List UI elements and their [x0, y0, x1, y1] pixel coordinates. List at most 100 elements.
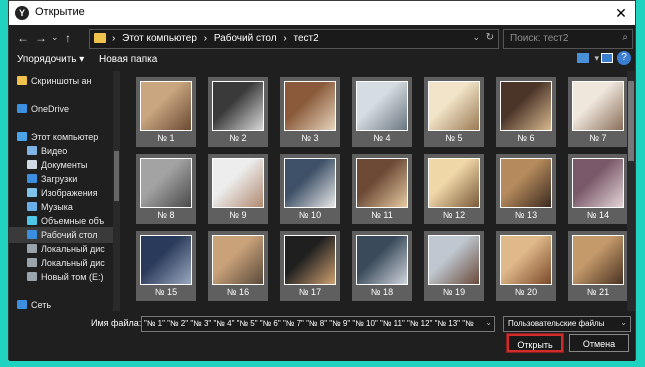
- file-tile[interactable]: № 10: [280, 154, 340, 224]
- scrollbar-thumb[interactable]: [114, 151, 119, 201]
- organize-button[interactable]: Упорядочить ▾: [17, 54, 84, 65]
- file-tile[interactable]: № 19: [424, 231, 484, 301]
- image-thumbnail[interactable]: [500, 81, 552, 131]
- image-thumbnail[interactable]: [572, 81, 624, 131]
- change-view-icon[interactable]: [577, 53, 589, 63]
- open-button[interactable]: Открыть: [506, 333, 564, 353]
- image-thumbnail[interactable]: [356, 235, 408, 285]
- image-thumbnail[interactable]: [212, 235, 264, 285]
- file-tile[interactable]: № 18: [352, 231, 412, 301]
- file-tile[interactable]: № 20: [496, 231, 556, 301]
- folder-icon: [94, 33, 106, 43]
- download-icon: [27, 174, 37, 183]
- file-name-label[interactable]: № 19: [424, 287, 484, 297]
- file-name-label[interactable]: № 18: [352, 287, 412, 297]
- file-name-label[interactable]: № 2: [208, 133, 268, 143]
- file-name-input[interactable]: "№ 1" "№ 2" "№ 3" "№ 4" "№ 5" "№ 6" "№ 7…: [141, 316, 495, 332]
- image-thumbnail[interactable]: [212, 158, 264, 208]
- image-thumbnail[interactable]: [140, 158, 192, 208]
- file-tile[interactable]: № 16: [208, 231, 268, 301]
- file-name-label[interactable]: № 6: [496, 133, 556, 143]
- image-thumbnail[interactable]: [428, 235, 480, 285]
- refresh-icon[interactable]: ↻: [486, 32, 494, 43]
- preview-pane-icon[interactable]: [601, 53, 613, 63]
- file-tile[interactable]: № 6: [496, 77, 556, 147]
- image-thumbnail[interactable]: [500, 235, 552, 285]
- search-input[interactable]: Поиск: тест2 ⌕: [503, 29, 633, 49]
- breadcrumb-this-pc[interactable]: Этот компьютер: [122, 33, 197, 44]
- file-name-label[interactable]: № 21: [568, 287, 627, 297]
- image-thumbnail[interactable]: [428, 158, 480, 208]
- file-tile[interactable]: № 8: [136, 154, 196, 224]
- file-name-label[interactable]: № 17: [280, 287, 340, 297]
- file-name-label[interactable]: № 7: [568, 133, 627, 143]
- window-title: Открытие: [35, 6, 85, 18]
- cancel-button[interactable]: Отмена: [569, 334, 629, 352]
- file-name-label[interactable]: № 16: [208, 287, 268, 297]
- file-name-label[interactable]: № 13: [496, 210, 556, 220]
- yandex-browser-icon: Y: [15, 6, 29, 20]
- file-name-label[interactable]: № 15: [136, 287, 196, 297]
- image-thumbnail[interactable]: [572, 158, 624, 208]
- breadcrumb[interactable]: › Этот компьютер › Рабочий стол › тест2: [112, 33, 323, 44]
- file-tile[interactable]: № 9: [208, 154, 268, 224]
- file-tile[interactable]: № 14: [568, 154, 627, 224]
- back-arrow-icon[interactable]: ←: [17, 31, 29, 45]
- help-icon[interactable]: ?: [617, 51, 631, 65]
- file-tile[interactable]: № 12: [424, 154, 484, 224]
- recent-locations-dropdown-icon[interactable]: ⌄: [51, 32, 59, 43]
- new-folder-button[interactable]: Новая папка: [99, 54, 157, 65]
- file-name-label[interactable]: № 5: [424, 133, 484, 143]
- sidebar-item-label: Музыка: [41, 202, 73, 212]
- image-thumbnail[interactable]: [428, 81, 480, 131]
- image-thumbnail[interactable]: [140, 235, 192, 285]
- file-tile[interactable]: № 11: [352, 154, 412, 224]
- file-name-dropdown-icon[interactable]: ⌄: [485, 318, 492, 327]
- image-thumbnail[interactable]: [212, 81, 264, 131]
- file-tile[interactable]: № 4: [352, 77, 412, 147]
- file-name-label[interactable]: № 20: [496, 287, 556, 297]
- forward-arrow-icon[interactable]: →: [35, 31, 47, 45]
- file-tile[interactable]: № 15: [136, 231, 196, 301]
- file-list-scrollbar[interactable]: [627, 71, 635, 311]
- file-name-label[interactable]: № 14: [568, 210, 627, 220]
- file-name-label[interactable]: № 12: [424, 210, 484, 220]
- sidebar-item-label: Изображения: [41, 188, 98, 198]
- image-thumbnail[interactable]: [284, 158, 336, 208]
- image-thumbnail[interactable]: [284, 235, 336, 285]
- file-type-select[interactable]: Пользовательские файлы ⌄: [503, 316, 631, 332]
- file-name-label[interactable]: № 8: [136, 210, 196, 220]
- file-tile[interactable]: № 5: [424, 77, 484, 147]
- breadcrumb-desktop[interactable]: Рабочий стол: [214, 33, 277, 44]
- close-icon[interactable]: ✕: [611, 3, 631, 23]
- file-tile[interactable]: № 17: [280, 231, 340, 301]
- file-name-label[interactable]: № 4: [352, 133, 412, 143]
- sidebar-item[interactable]: Сеть: [9, 297, 113, 311]
- file-name-label[interactable]: № 10: [280, 210, 340, 220]
- file-tile[interactable]: № 3: [280, 77, 340, 147]
- file-tile[interactable]: № 2: [208, 77, 268, 147]
- image-thumbnail[interactable]: [356, 158, 408, 208]
- view-options-dropdown-icon[interactable]: ▾: [594, 53, 599, 64]
- image-thumbnail[interactable]: [500, 158, 552, 208]
- image-thumbnail[interactable]: [356, 81, 408, 131]
- address-bar[interactable]: › Этот компьютер › Рабочий стол › тест2 …: [89, 29, 499, 49]
- up-arrow-icon[interactable]: ↑: [65, 31, 71, 45]
- file-tile[interactable]: № 13: [496, 154, 556, 224]
- navigation-pane-scrollbar[interactable]: [113, 71, 120, 311]
- image-thumbnail[interactable]: [140, 81, 192, 131]
- file-name-label[interactable]: № 1: [136, 133, 196, 143]
- file-tile[interactable]: № 21: [568, 231, 627, 301]
- file-name-label[interactable]: № 3: [280, 133, 340, 143]
- image-thumbnail[interactable]: [284, 81, 336, 131]
- folder-icon: [17, 76, 27, 85]
- breadcrumb-test2[interactable]: тест2: [294, 33, 319, 44]
- file-tile[interactable]: № 7: [568, 77, 627, 147]
- scrollbar-thumb[interactable]: [628, 81, 634, 161]
- address-dropdown-icon[interactable]: ⌄: [472, 32, 480, 43]
- image-thumbnail[interactable]: [572, 235, 624, 285]
- file-tile[interactable]: № 1: [136, 77, 196, 147]
- file-type-value: Пользовательские файлы: [508, 319, 605, 328]
- file-name-label[interactable]: № 11: [352, 210, 412, 220]
- file-name-label[interactable]: № 9: [208, 210, 268, 220]
